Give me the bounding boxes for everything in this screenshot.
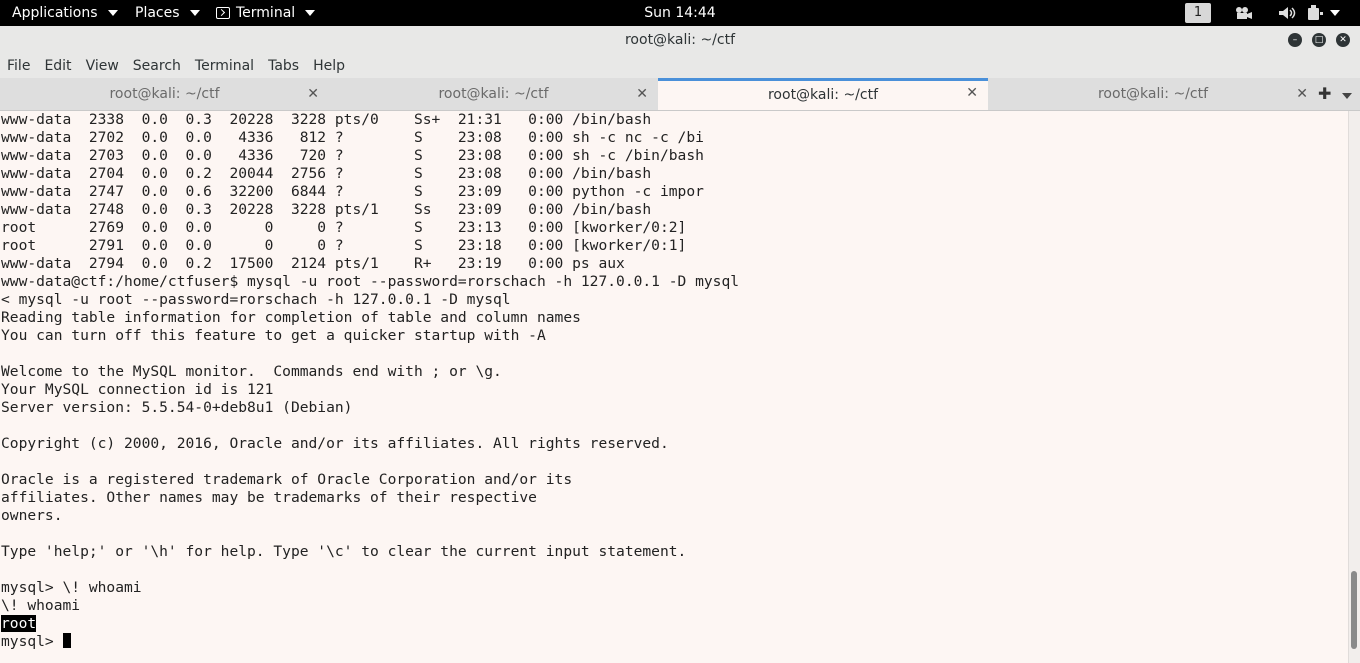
menu-search[interactable]: Search [126, 58, 188, 74]
terminal-line: Copyright (c) 2000, 2016, Oracle and/or … [1, 435, 669, 452]
window-title: root@kali: ~/ctf [624, 32, 736, 48]
terminal-prompt-line[interactable]: mysql> [1, 633, 71, 651]
terminal-line: www-data 2747 0.0 0.6 32200 6844 ? S 23:… [1, 183, 704, 200]
terminal-line: www-data 2338 0.0 0.3 20228 3228 pts/0 S… [1, 111, 652, 128]
tab-1[interactable]: root@kali: ~/ctf ✕ [0, 78, 329, 110]
terminal-line: Oracle is a registered trademark of Orac… [1, 471, 573, 488]
top-panel: Applications Places Terminal Sun 14:44 1 [0, 0, 1360, 26]
scrollbar[interactable] [1348, 111, 1360, 663]
terminal-line: www-data 2703 0.0 0.0 4336 720 ? S 23:08… [1, 147, 704, 164]
tab-label: root@kali: ~/ctf [109, 86, 220, 102]
terminal-line: owners. [1, 507, 63, 524]
tab-bar: root@kali: ~/ctf ✕ root@kali: ~/ctf ✕ ro… [0, 78, 1360, 111]
terminal-line: affiliates. Other names may be trademark… [1, 489, 537, 506]
tab-label: root@kali: ~/ctf [767, 87, 879, 103]
mysql-prompt: mysql> [1, 633, 63, 650]
menu-tabs[interactable]: Tabs [261, 58, 306, 74]
applications-menu[interactable]: Applications [12, 0, 118, 26]
terminal-line: www-data 2748 0.0 0.3 20228 3228 pts/1 S… [1, 201, 652, 218]
terminal-app-label: Terminal [236, 5, 296, 21]
terminal-line: www-data 2702 0.0 0.0 4336 812 ? S 23:08… [1, 129, 704, 146]
applications-label: Applications [12, 5, 98, 21]
terminal-line: Server version: 5.5.54-0+deb8u1 (Debian) [1, 399, 353, 416]
tab-label: root@kali: ~/ctf [438, 86, 549, 102]
terminal-line: Your MySQL connection id is 121 [1, 381, 274, 398]
video-camera-icon [1236, 7, 1252, 19]
chevron-down-icon [107, 10, 118, 16]
terminal-app-menu[interactable]: Terminal [216, 0, 316, 26]
menu-view[interactable]: View [79, 58, 126, 74]
power-icon [1308, 5, 1323, 20]
tab-3[interactable]: root@kali: ~/ctf ✕ [658, 78, 988, 110]
close-icon[interactable]: ✕ [1296, 78, 1308, 111]
tab-2[interactable]: root@kali: ~/ctf ✕ [329, 78, 658, 110]
menu-edit[interactable]: Edit [37, 58, 78, 74]
terminal-line: www-data@ctf:/home/ctfuser$ mysql -u roo… [1, 273, 740, 290]
clock[interactable]: Sun 14:44 [0, 0, 1360, 26]
new-tab-button[interactable]: ✚ [1318, 78, 1331, 110]
chevron-down-icon [1330, 10, 1340, 16]
scrollbar-thumb[interactable] [1351, 571, 1357, 649]
terminal-line: < mysql -u root --password=rorschach -h … [1, 291, 511, 308]
window-titlebar[interactable]: root@kali: ~/ctf – □ ✕ [0, 26, 1360, 54]
close-icon[interactable]: ✕ [307, 78, 319, 111]
terminal-output[interactable]: www-data 2338 0.0 0.3 20228 3228 pts/0 S… [0, 111, 1348, 663]
workspace-indicator[interactable]: 1 [1185, 3, 1211, 23]
terminal-line: mysql> \! whoami [1, 579, 142, 596]
terminal-line: Type 'help;' or '\h' for help. Type '\c'… [1, 543, 687, 560]
places-label: Places [135, 5, 180, 21]
volume-icon [1279, 7, 1296, 19]
terminal-line: You can turn off this feature to get a q… [1, 327, 546, 344]
menu-help[interactable]: Help [306, 58, 352, 74]
chevron-down-icon [1342, 93, 1352, 99]
places-menu[interactable]: Places [135, 0, 200, 26]
maximize-button[interactable]: □ [1312, 33, 1326, 47]
terminal-line: root 2791 0.0 0.0 0 0 ? S 23:18 0:00 [kw… [1, 237, 687, 254]
terminal-line: root 2769 0.0 0.0 0 0 ? S 23:13 0:00 [kw… [1, 219, 687, 236]
terminal-line: www-data 2704 0.0 0.2 20044 2756 ? S 23:… [1, 165, 652, 182]
tab-list-button[interactable] [1342, 78, 1352, 110]
terminal-line: root [1, 615, 37, 633]
tab-4[interactable]: root@kali: ~/ctf ✕ [988, 78, 1318, 110]
menu-bar: File Edit View Search Terminal Tabs Help [0, 54, 1360, 78]
terminal-line: Welcome to the MySQL monitor. Commands e… [1, 363, 502, 380]
menu-terminal[interactable]: Terminal [188, 58, 261, 74]
chevron-down-icon [189, 10, 200, 16]
selected-text: root [1, 615, 37, 632]
menu-file[interactable]: File [0, 58, 37, 74]
close-icon[interactable]: ✕ [966, 79, 978, 108]
chevron-down-icon [305, 10, 316, 16]
tray[interactable] [1234, 0, 1340, 26]
terminal-line: Reading table information for completion… [1, 309, 581, 326]
close-icon[interactable]: ✕ [636, 78, 648, 111]
text-cursor [62, 633, 71, 648]
terminal-icon [216, 7, 230, 19]
tab-label: root@kali: ~/ctf [1097, 86, 1209, 102]
minimize-button[interactable]: – [1288, 33, 1302, 47]
close-button[interactable]: ✕ [1336, 33, 1350, 47]
terminal-line: \! whoami [1, 597, 81, 614]
terminal-line: www-data 2794 0.0 0.2 17500 2124 pts/1 R… [1, 255, 625, 272]
